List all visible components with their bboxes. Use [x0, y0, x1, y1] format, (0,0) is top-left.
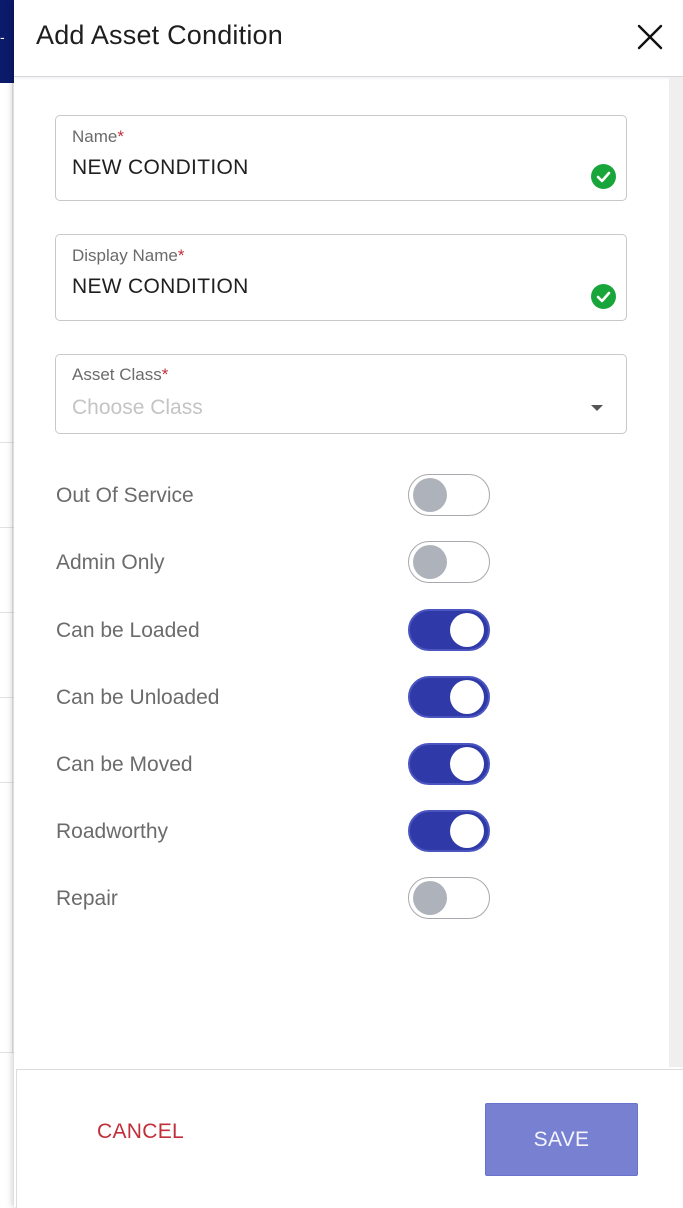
toggle-label: Can be Moved: [56, 753, 193, 776]
check-circle-icon: [591, 284, 616, 309]
admin-only-switch[interactable]: [408, 541, 490, 583]
asset-class-label-text: Asset Class: [72, 365, 162, 384]
toggle-row-can-be-unloaded: Can be Unloaded: [56, 676, 506, 722]
display-name-field[interactable]: Display Name* NEW CONDITION: [55, 234, 627, 321]
switch-knob: [413, 545, 447, 579]
toggle-label: Repair: [56, 887, 118, 910]
switch-knob: [450, 814, 484, 848]
name-field[interactable]: Name* NEW CONDITION: [55, 115, 627, 201]
roadworthy-switch[interactable]: [408, 810, 490, 852]
switch-knob: [450, 613, 484, 647]
close-button[interactable]: [634, 21, 666, 53]
scrollbar[interactable]: [669, 77, 683, 1067]
cancel-button[interactable]: CANCEL: [97, 1120, 184, 1144]
toggle-row-can-be-moved: Can be Moved: [56, 743, 506, 789]
background-divider: [12, 83, 13, 1053]
close-icon: [637, 24, 663, 50]
toggle-label: Out Of Service: [56, 484, 194, 507]
required-mark: *: [161, 365, 169, 384]
add-asset-condition-drawer: Add Asset Condition Name* NEW CONDITION …: [14, 0, 683, 1208]
background-divider: [0, 442, 14, 443]
switch-knob: [450, 747, 484, 781]
can-be-loaded-switch[interactable]: [408, 609, 490, 651]
can-be-moved-switch[interactable]: [408, 743, 490, 785]
background-divider: [0, 697, 14, 698]
display-name-label-text: Display Name: [72, 246, 178, 265]
switch-knob: [413, 478, 447, 512]
drawer-title: Add Asset Condition: [36, 20, 283, 50]
asset-class-field-label: Asset Class*: [72, 365, 168, 385]
background-divider: [0, 782, 14, 783]
toggle-row-out-of-service: Out Of Service: [56, 474, 506, 520]
toggle-label: Can be Loaded: [56, 619, 200, 642]
toggle-row-roadworthy: Roadworthy: [56, 810, 506, 856]
toggle-label: Admin Only: [56, 551, 165, 574]
toggle-label: Roadworthy: [56, 820, 169, 843]
name-label-text: Name: [72, 127, 118, 146]
display-name-field-label: Display Name*: [72, 246, 184, 266]
out-of-service-switch[interactable]: [408, 474, 490, 516]
repair-switch[interactable]: [408, 877, 490, 919]
background-divider: [0, 527, 14, 528]
drawer-header: Add Asset Condition: [14, 0, 683, 77]
name-field-label: Name*: [72, 127, 124, 147]
caret-down-icon[interactable]: [591, 405, 603, 411]
can-be-unloaded-switch[interactable]: [408, 676, 490, 718]
display-name-field-value[interactable]: NEW CONDITION: [72, 275, 249, 299]
switch-knob: [413, 881, 447, 915]
background-divider: [0, 612, 14, 613]
background-divider: [0, 1052, 14, 1053]
toggle-row-repair: Repair: [56, 877, 506, 923]
save-button[interactable]: SAVE: [485, 1103, 638, 1176]
switch-knob: [450, 680, 484, 714]
required-mark: *: [177, 246, 185, 265]
toggle-row-can-be-loaded: Can be Loaded: [56, 609, 506, 655]
background-page: ‐: [0, 0, 14, 1207]
required-mark: *: [117, 127, 124, 146]
name-field-value[interactable]: NEW CONDITION: [72, 156, 249, 180]
check-circle-icon: [591, 164, 616, 189]
toggle-label: Can be Unloaded: [56, 686, 220, 709]
background-navbar-glyph: ‐: [0, 29, 5, 45]
drawer-footer: CANCEL SAVE: [16, 1069, 683, 1208]
toggle-row-admin-only: Admin Only: [56, 541, 506, 587]
asset-class-select[interactable]: Asset Class* Choose Class: [55, 354, 627, 434]
asset-class-placeholder: Choose Class: [72, 396, 203, 419]
background-navbar: ‐: [0, 0, 14, 83]
